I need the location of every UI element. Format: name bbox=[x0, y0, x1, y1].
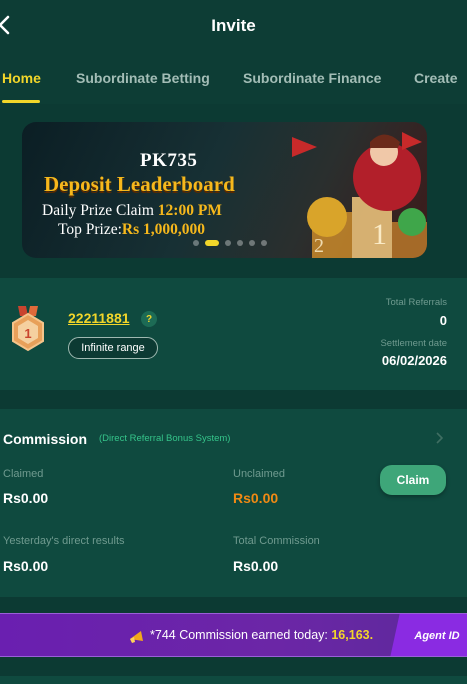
carousel-dot[interactable] bbox=[237, 240, 243, 246]
referral-stats-card: 1 22211881 ? Infinite range Total Referr… bbox=[0, 278, 467, 390]
carousel-dots bbox=[193, 240, 267, 246]
commission-subtitle: (Direct Referral Bonus System) bbox=[99, 433, 231, 444]
header: Invite bbox=[0, 0, 467, 52]
banner-headline: Deposit Leaderboard bbox=[44, 172, 235, 196]
active-tab-indicator bbox=[2, 100, 40, 103]
tab-create[interactable]: Create bbox=[414, 70, 458, 86]
tab-subordinate-betting[interactable]: Subordinate Betting bbox=[76, 70, 210, 86]
carousel-dot[interactable] bbox=[249, 240, 255, 246]
banner-illustration: 1 2 bbox=[292, 132, 427, 258]
total-commission-value: Rs0.00 bbox=[233, 558, 279, 574]
commission-ticker: *744 Commission earned today: 16,163. Ag… bbox=[0, 613, 467, 657]
ticker-amount: 16,163. bbox=[331, 628, 374, 642]
banner-section: 1 2 PK735 Deposit Leaderboard Daily Priz… bbox=[0, 104, 467, 274]
claimed-value: Rs0.00 bbox=[3, 490, 49, 506]
page-title: Invite bbox=[211, 16, 256, 35]
carousel-dot[interactable] bbox=[225, 240, 231, 246]
banner-line2: Top Prize:Rs 1,000,000 bbox=[58, 221, 205, 239]
commission-card: Commission (Direct Referral Bonus System… bbox=[0, 409, 467, 597]
user-id-link[interactable]: 22211881 bbox=[68, 310, 130, 326]
medal-icon: 1 bbox=[12, 306, 44, 352]
carousel-dot[interactable] bbox=[193, 240, 199, 246]
agent-id-badge[interactable]: Agent ID bbox=[390, 614, 467, 656]
svg-text:1: 1 bbox=[372, 218, 387, 251]
yesterday-results-label: Yesterday's direct results bbox=[3, 535, 125, 547]
back-icon[interactable] bbox=[0, 14, 12, 36]
banner-line2-text: Top Prize: bbox=[58, 221, 122, 238]
svg-text:1: 1 bbox=[24, 326, 31, 341]
ticker-message: *744 Commission earned today: 16,163. bbox=[150, 628, 373, 642]
claim-button[interactable]: Claim bbox=[380, 465, 446, 495]
yesterday-results-value: Rs0.00 bbox=[3, 558, 49, 574]
settlement-date-label: Settlement date bbox=[380, 338, 447, 349]
carousel-dot[interactable] bbox=[261, 240, 267, 246]
ticker-text: *744 Commission earned today: bbox=[150, 628, 328, 642]
carousel-dot-active[interactable] bbox=[205, 240, 219, 246]
help-icon[interactable]: ? bbox=[141, 311, 157, 327]
total-commission-label: Total Commission bbox=[233, 535, 320, 547]
banner-line1-value: 12:00 PM bbox=[157, 202, 222, 219]
promo-banner[interactable]: 1 2 PK735 Deposit Leaderboard Daily Priz… bbox=[22, 122, 427, 258]
banner-line1: Daily Prize Claim 12:00 PM bbox=[42, 202, 222, 220]
unclaimed-label: Unclaimed bbox=[233, 468, 285, 480]
total-referrals-value: 0 bbox=[439, 313, 447, 328]
banner-line2-value: Rs 1,000,000 bbox=[121, 221, 206, 238]
range-pill[interactable]: Infinite range bbox=[68, 337, 158, 359]
tab-bar: Home Subordinate Betting Subordinate Fin… bbox=[0, 52, 467, 104]
bottom-strip bbox=[0, 676, 467, 684]
agent-id-label: Agent ID bbox=[414, 630, 460, 642]
chevron-right-icon[interactable] bbox=[434, 431, 444, 445]
total-referrals-label: Total Referrals bbox=[385, 297, 447, 308]
tab-home[interactable]: Home bbox=[2, 70, 41, 86]
banner-line1-text: Daily Prize Claim bbox=[42, 202, 154, 219]
claimed-label: Claimed bbox=[3, 468, 44, 480]
settlement-date-value: 06/02/2026 bbox=[381, 353, 447, 368]
tab-subordinate-finance[interactable]: Subordinate Finance bbox=[243, 70, 381, 86]
banner-brand: PK735 bbox=[140, 150, 198, 171]
speaker-icon bbox=[130, 631, 143, 643]
unclaimed-value: Rs0.00 bbox=[233, 490, 279, 506]
commission-title: Commission bbox=[3, 431, 88, 447]
svg-text:2: 2 bbox=[314, 235, 324, 257]
